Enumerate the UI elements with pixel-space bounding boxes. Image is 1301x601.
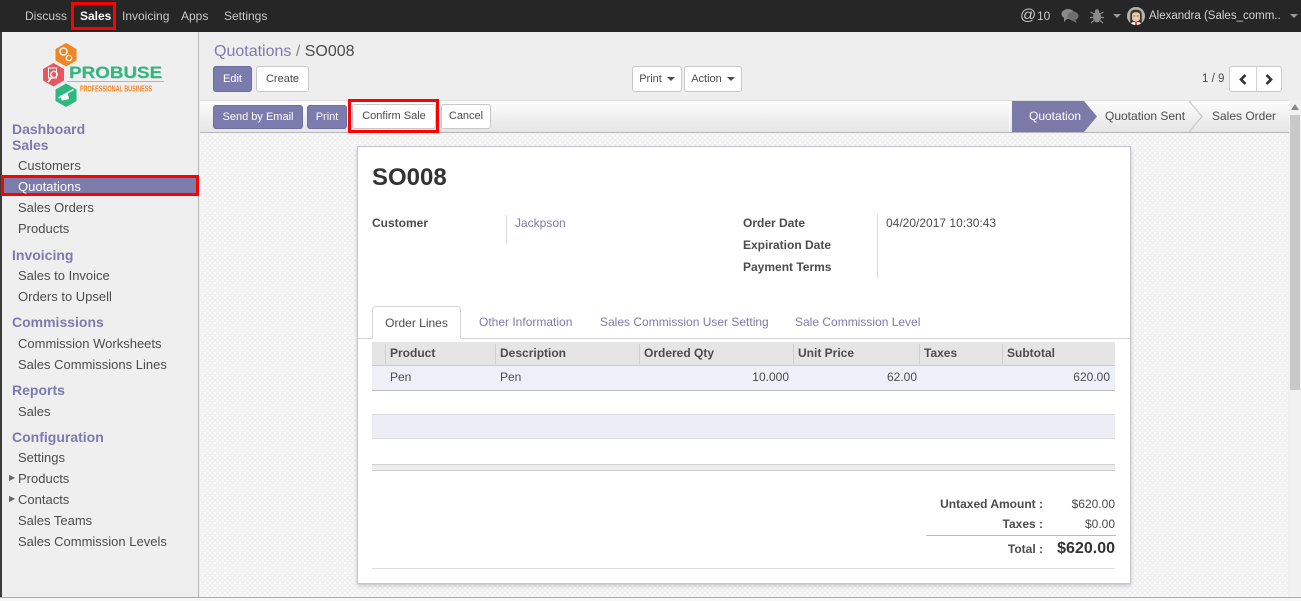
svg-text:PROBUSE: PROBUSE bbox=[69, 64, 162, 82]
svg-text:PROFESSIONAL BUSINESS: PROFESSIONAL BUSINESS bbox=[80, 84, 152, 94]
